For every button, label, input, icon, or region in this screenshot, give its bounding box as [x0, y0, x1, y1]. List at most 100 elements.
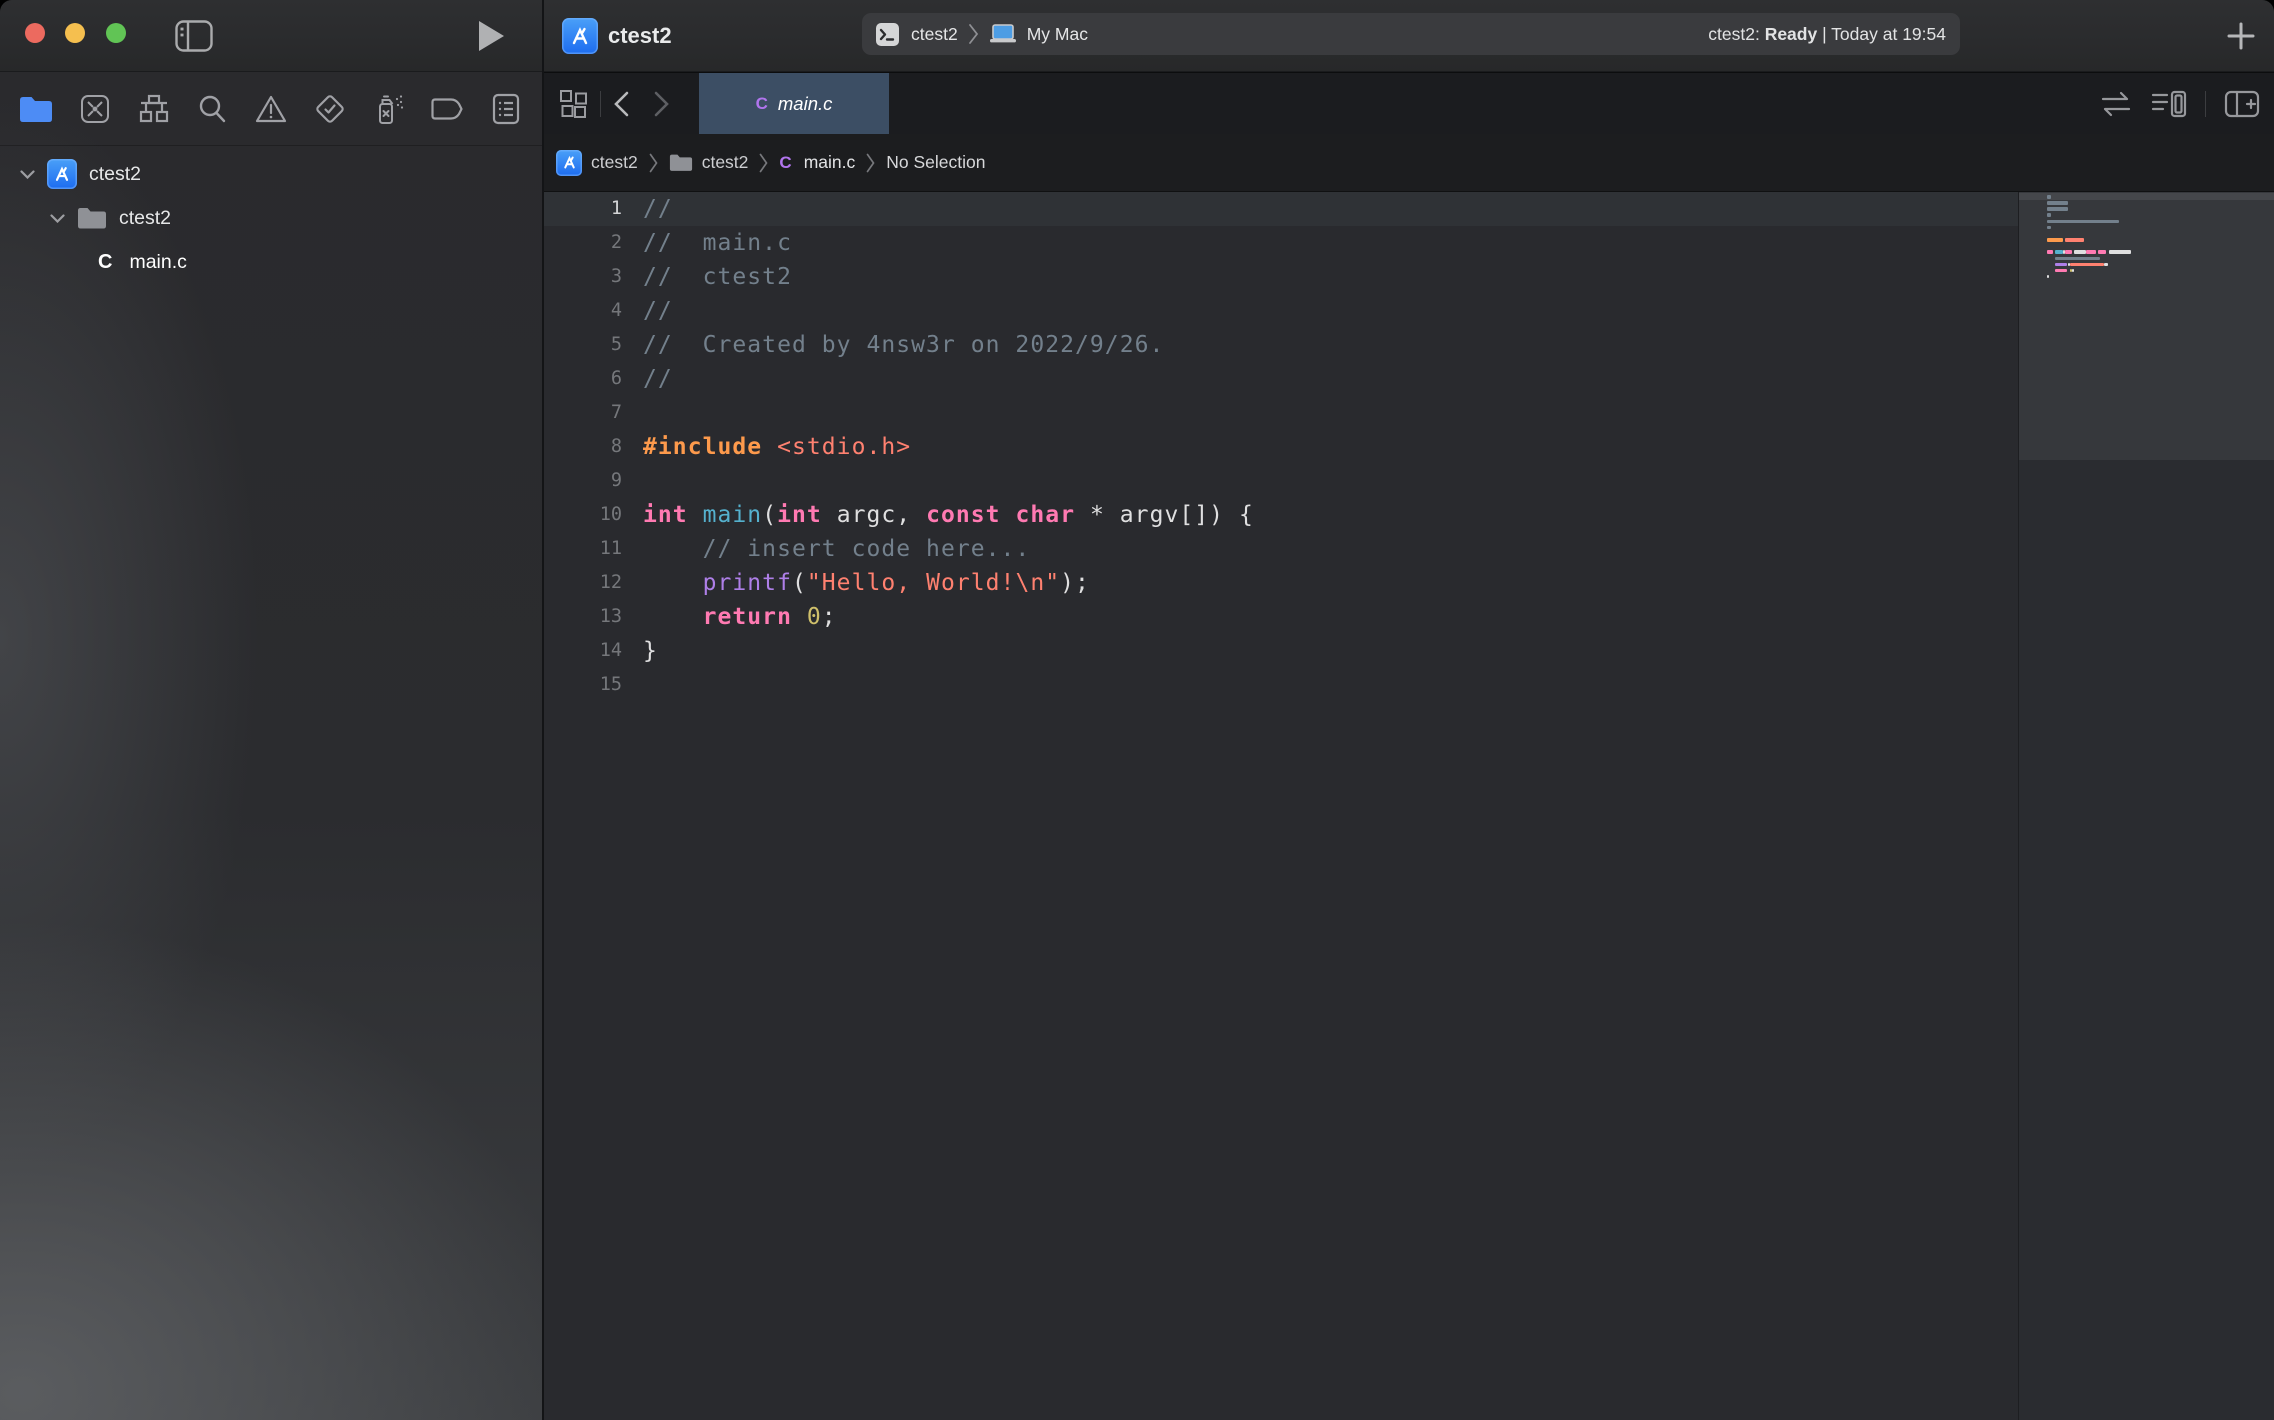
source-control-icon — [80, 94, 110, 124]
code-line[interactable]: 3// ctest2 — [544, 260, 2018, 294]
breakpoint-tag-icon — [430, 96, 464, 122]
divider — [2205, 91, 2206, 117]
xcode-window: ctest2 ctest2 My Mac ctes — [0, 0, 2274, 1420]
tab-debug-navigator[interactable] — [367, 87, 411, 131]
tree-item-label[interactable]: ctest2 — [89, 163, 141, 186]
line-number[interactable]: 8 — [544, 430, 622, 464]
code-line[interactable]: 1 // — [544, 192, 2018, 226]
chevron-separator-icon — [866, 153, 875, 173]
toggle-sidebar-button[interactable] — [172, 0, 216, 72]
project-app-store-icon — [556, 150, 582, 176]
line-number[interactable]: 2 — [544, 226, 622, 260]
tree-row-file-selected[interactable]: C main.c — [0, 240, 542, 284]
minimap-viewport — [2019, 192, 2274, 460]
zoom-window-button[interactable] — [106, 23, 126, 43]
line-number[interactable]: 7 — [544, 396, 622, 430]
toolbar: ctest2 ctest2 My Mac ctes — [0, 0, 2274, 72]
project-app-icon — [560, 0, 600, 72]
line-number[interactable]: 10 — [544, 498, 622, 532]
minimap[interactable] — [2018, 192, 2274, 1420]
tree-row-group[interactable]: ctest2 — [0, 196, 542, 240]
chevron-separator-icon — [759, 153, 768, 173]
source-editor[interactable]: 1 //2// main.c3// ctest24//5// Created by… — [544, 192, 2018, 1420]
minimap-bar — [2047, 220, 2119, 224]
related-items-button[interactable] — [552, 68, 596, 140]
go-forward-button[interactable] — [641, 68, 681, 140]
minimap-bar — [2086, 250, 2096, 254]
tab-symbol-navigator[interactable] — [132, 87, 176, 131]
line-number[interactable]: 13 — [544, 600, 622, 634]
minimap-bar — [2047, 201, 2068, 205]
breadcrumb-project[interactable]: ctest2 — [591, 152, 638, 173]
minimap-bar — [2047, 213, 2051, 217]
code-line[interactable]: 11 // insert code here... — [544, 532, 2018, 566]
chevron-separator-icon — [649, 153, 658, 173]
c-file-icon: C — [779, 153, 791, 173]
code-line[interactable]: 6// — [544, 362, 2018, 396]
line-number[interactable]: 1 — [544, 192, 622, 226]
tab-test-navigator[interactable] — [308, 87, 352, 131]
code-review-button[interactable] — [2099, 91, 2133, 117]
code-line[interactable]: 15 — [544, 668, 2018, 702]
search-icon — [197, 94, 227, 124]
play-icon — [477, 20, 505, 52]
code-text: #include <stdio.h> — [643, 430, 911, 464]
minimap-bar — [2055, 263, 2067, 267]
tab-breakpoint-navigator[interactable] — [425, 87, 469, 131]
line-number[interactable]: 15 — [544, 668, 622, 702]
breadcrumb-group[interactable]: ctest2 — [702, 152, 749, 173]
code-line[interactable]: 5// Created by 4nsw3r on 2022/9/26. — [544, 328, 2018, 362]
status-state: Ready — [1765, 24, 1818, 44]
line-number[interactable]: 11 — [544, 532, 622, 566]
code-line[interactable]: 10int main(int argc, const char * argv[]… — [544, 498, 2018, 532]
code-line[interactable]: 9 — [544, 464, 2018, 498]
line-number[interactable]: 14 — [544, 634, 622, 668]
code-text: // — [643, 192, 673, 226]
go-back-button[interactable] — [601, 68, 641, 140]
tab-issue-navigator[interactable] — [249, 87, 293, 131]
tree-row-project[interactable]: ctest2 — [0, 152, 542, 196]
line-number[interactable]: 3 — [544, 260, 622, 294]
line-number[interactable]: 6 — [544, 362, 622, 396]
code-line[interactable]: 4// — [544, 294, 2018, 328]
minimap-bar — [2072, 269, 2074, 273]
minimap-bar — [2055, 257, 2100, 261]
code-line[interactable]: 12 printf("Hello, World!\n"); — [544, 566, 2018, 600]
minimize-window-button[interactable] — [65, 23, 85, 43]
code-text: printf("Hello, World!\n"); — [643, 566, 1090, 600]
editor-options-button[interactable] — [2151, 90, 2187, 118]
tab-report-navigator[interactable] — [484, 87, 528, 131]
chevron-down-icon[interactable] — [50, 214, 65, 223]
tab-main-c[interactable]: C main.c — [699, 73, 889, 135]
code-line[interactable]: 8 #include <stdio.h> — [544, 430, 2018, 464]
tab-find-navigator[interactable] — [190, 87, 234, 131]
close-window-button[interactable] — [25, 23, 45, 43]
line-number[interactable]: 4 — [544, 294, 622, 328]
tree-item-label[interactable]: main.c — [129, 251, 186, 274]
tab-source-control-navigator[interactable] — [73, 87, 117, 131]
code-line[interactable]: 7 — [544, 396, 2018, 430]
code-line[interactable]: 13 return 0; — [544, 600, 2018, 634]
line-number[interactable]: 12 — [544, 566, 622, 600]
code-text: // insert code here... — [643, 532, 1030, 566]
chevron-separator-icon — [968, 23, 979, 45]
tree-item-label[interactable]: ctest2 — [119, 207, 171, 230]
scheme-name[interactable]: ctest2 — [911, 24, 958, 45]
run-destination-icon — [989, 23, 1017, 45]
run-button[interactable] — [468, 0, 514, 72]
code-line[interactable]: 2// main.c — [544, 226, 2018, 260]
tab-project-navigator[interactable] — [14, 87, 58, 131]
breadcrumb-symbol[interactable]: No Selection — [886, 152, 985, 173]
line-number[interactable]: 9 — [544, 464, 622, 498]
activity-view[interactable]: ctest2 My Mac ctest2: Ready | Today at 1… — [862, 13, 1960, 55]
chevron-down-icon[interactable] — [20, 170, 35, 179]
tab-label[interactable]: main.c — [778, 93, 833, 115]
diamond-check-icon — [314, 93, 346, 125]
line-number[interactable]: 5 — [544, 328, 622, 362]
run-destination-name[interactable]: My Mac — [1027, 24, 1088, 45]
add-editor-button[interactable] — [2224, 90, 2260, 118]
library-add-button[interactable] — [2218, 0, 2264, 72]
minimap-bar — [2047, 226, 2051, 230]
breadcrumb-file[interactable]: main.c — [804, 152, 856, 173]
code-line[interactable]: 14} — [544, 634, 2018, 668]
